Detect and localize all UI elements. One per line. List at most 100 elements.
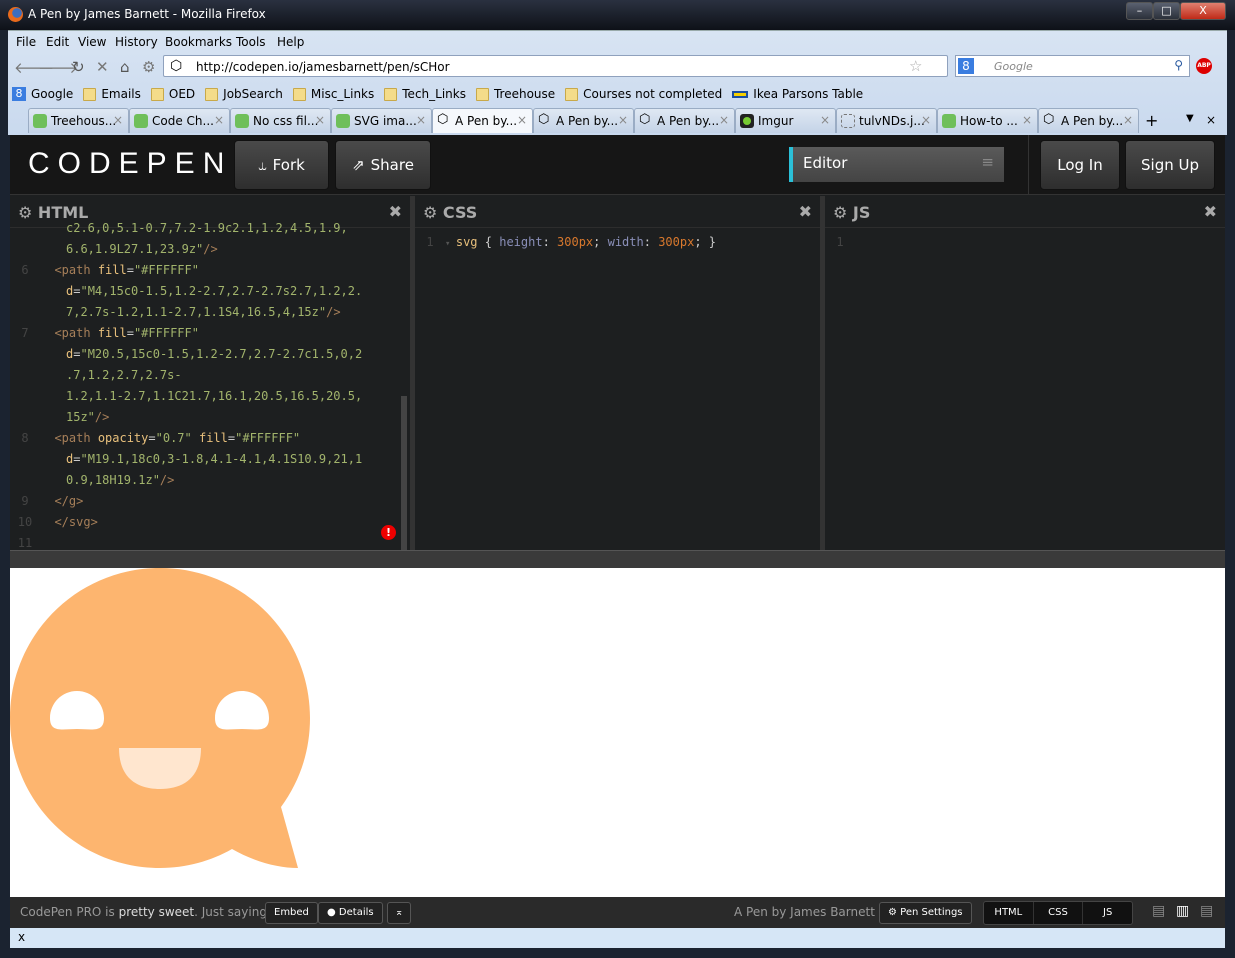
code-token: </svg> (54, 515, 98, 529)
gear-icon[interactable]: ⚙ (833, 203, 847, 222)
minimize-button[interactable]: – (1126, 2, 1153, 20)
close-icon[interactable]: × (113, 113, 123, 127)
js-editor[interactable]: 1 (825, 232, 1225, 253)
pen-author[interactable]: A Pen by James Barnett (734, 905, 875, 919)
share-icon: ⇗ (352, 156, 365, 174)
tab[interactable]: ⬡ A Pen by... × (533, 108, 634, 133)
tab[interactable]: ⬡ A Pen by... × (634, 108, 735, 133)
close-icon[interactable]: ✖ (1204, 202, 1217, 221)
bookmark-item[interactable]: 8 Google (12, 87, 73, 101)
stop-icon[interactable]: ✕ (96, 58, 109, 76)
code-token: c2.6,0,5.1-0.7,7.2-1.9c2.1,1.2,4.5,1.9, (66, 221, 348, 235)
line-number: 1 (836, 235, 844, 249)
fold-icon[interactable]: ▾ (445, 239, 456, 249)
close-icon[interactable]: ✖ (799, 202, 812, 221)
code-token: "0.7" (155, 431, 199, 445)
addon-icon[interactable]: ⚙ (142, 58, 155, 76)
codepen-header: CODEPEN ⥿ Fork ⇗ Share Editor ≡ Log In Sign… (10, 135, 1225, 195)
close-tab-icon[interactable]: × (1206, 113, 1216, 127)
gear-icon[interactable]: ⚙ (423, 203, 437, 222)
code-token: "#FFFFFF" (235, 431, 301, 445)
line-number: 1 (426, 235, 434, 249)
search-icon[interactable]: ⚲ (1174, 58, 1183, 72)
close-icon[interactable]: × (921, 113, 931, 127)
home-icon[interactable]: ⌂ (120, 58, 130, 76)
maximize-button[interactable]: □ (1153, 2, 1180, 20)
tab-label: A Pen by... (556, 114, 619, 128)
bookmark-item[interactable]: Misc_Links (292, 87, 374, 101)
close-icon[interactable]: × (416, 113, 426, 127)
code-token: = (126, 326, 134, 340)
close-icon[interactable]: × (820, 113, 830, 127)
close-icon[interactable]: × (517, 113, 527, 127)
view-html-button[interactable]: HTML (984, 902, 1033, 924)
bookmark-item[interactable]: Tech_Links (384, 87, 466, 101)
resize-handle[interactable] (10, 550, 1225, 568)
menu-view[interactable]: View (78, 35, 106, 49)
tab-list-icon[interactable]: ▼ (1186, 113, 1194, 124)
details-button[interactable]: ● Details (318, 902, 383, 924)
tab[interactable]: ⬡ A Pen by... × (1038, 108, 1139, 133)
code-line: 9 </g> (10, 491, 410, 512)
bookmark-item[interactable]: Ikea Parsons Table (732, 87, 863, 101)
html-editor[interactable]: c2.6,0,5.1-0.7,7.2-1.9c2.1,1.2,4.5,1.9, 6… (10, 218, 410, 554)
tab[interactable]: tulvNDs.j... × (836, 108, 937, 133)
menu-bookmarks[interactable]: Bookmarks (165, 35, 232, 49)
share-button[interactable]: ⇗ Share (335, 140, 431, 190)
close-icon[interactable]: × (1123, 113, 1133, 127)
layout-left-icon[interactable]: ▤ (1152, 903, 1165, 919)
css-editor[interactable]: 1 ▾ svg { height: 300px; width: 300px; } (415, 232, 820, 255)
close-icon[interactable]: × (214, 113, 224, 127)
scrollbar[interactable] (401, 396, 407, 551)
view-css-button[interactable]: CSS (1032, 902, 1083, 924)
tab[interactable]: Code Ch... × (129, 108, 230, 133)
code-token: ; } (694, 235, 716, 249)
tab[interactable]: No css fil... × (230, 108, 331, 133)
tab[interactable]: ⬡ A Pen by... × (432, 108, 533, 133)
bookmark-star-icon[interactable]: ☆ (909, 57, 922, 75)
signup-button[interactable]: Sign Up (1125, 140, 1215, 190)
tab-label: tulvNDs.j... (859, 114, 925, 128)
tab[interactable]: Imgur × (735, 108, 836, 133)
bookmark-item[interactable]: Emails (83, 87, 141, 101)
close-icon[interactable]: × (1022, 113, 1032, 127)
collapse-button[interactable]: ⌅ (387, 902, 412, 924)
promo-text[interactable]: CodePen PRO is pretty sweet. Just saying… (20, 905, 271, 919)
close-window-button[interactable]: X (1180, 2, 1226, 20)
search-box[interactable]: 8 Google ⚲ (955, 55, 1190, 77)
view-selector[interactable]: Editor ≡ (789, 147, 1004, 182)
tab[interactable]: How-to ... × (937, 108, 1038, 133)
login-button[interactable]: Log In (1040, 140, 1120, 190)
tab[interactable]: Treehous... × (28, 108, 129, 133)
view-js-button[interactable]: JS (1082, 902, 1132, 924)
layout-right-icon[interactable]: ▤ (1200, 903, 1213, 919)
bookmark-item[interactable]: JobSearch (205, 87, 283, 101)
tab[interactable]: SVG ima... × (331, 108, 432, 133)
treehouse-icon (33, 114, 47, 128)
pen-settings-button[interactable]: ⚙ Pen Settings (879, 902, 972, 924)
menu-tools[interactable]: Tools (236, 35, 266, 49)
close-icon[interactable]: × (618, 113, 628, 127)
adblock-icon[interactable]: ABP (1196, 58, 1212, 74)
close-icon[interactable]: × (315, 113, 325, 127)
menu-edit[interactable]: Edit (46, 35, 69, 49)
code-token: "M19.1,18c0,3-1.8,4.1-4.1,4.1S10.9,21,1 (80, 452, 363, 466)
menu-history[interactable]: History (115, 35, 158, 49)
bookmark-item[interactable]: OED (150, 87, 195, 101)
bookmark-item[interactable]: Treehouse (475, 87, 555, 101)
embed-button[interactable]: Embed (265, 902, 318, 924)
close-find-bar-button[interactable]: x (18, 930, 25, 944)
layout-top-icon[interactable]: ▥ (1176, 903, 1189, 919)
google-icon[interactable]: 8 (958, 58, 974, 74)
menu-file[interactable]: File (16, 35, 36, 49)
reload-icon[interactable]: ↻ (72, 58, 85, 76)
close-icon[interactable]: × (719, 113, 729, 127)
codepen-logo[interactable]: CODEPEN (28, 147, 232, 181)
menu-help[interactable]: Help (277, 35, 304, 49)
address-bar[interactable]: ⬡ http://codepen.io/jamesbarnett/pen/sCH… (163, 55, 948, 77)
error-icon[interactable]: ! (381, 525, 396, 540)
new-tab-icon[interactable]: + (1145, 111, 1158, 130)
bookmark-item[interactable]: Courses not completed (565, 87, 722, 101)
fork-button[interactable]: ⥿ Fork (234, 140, 329, 190)
line-number: 10 (17, 515, 33, 529)
